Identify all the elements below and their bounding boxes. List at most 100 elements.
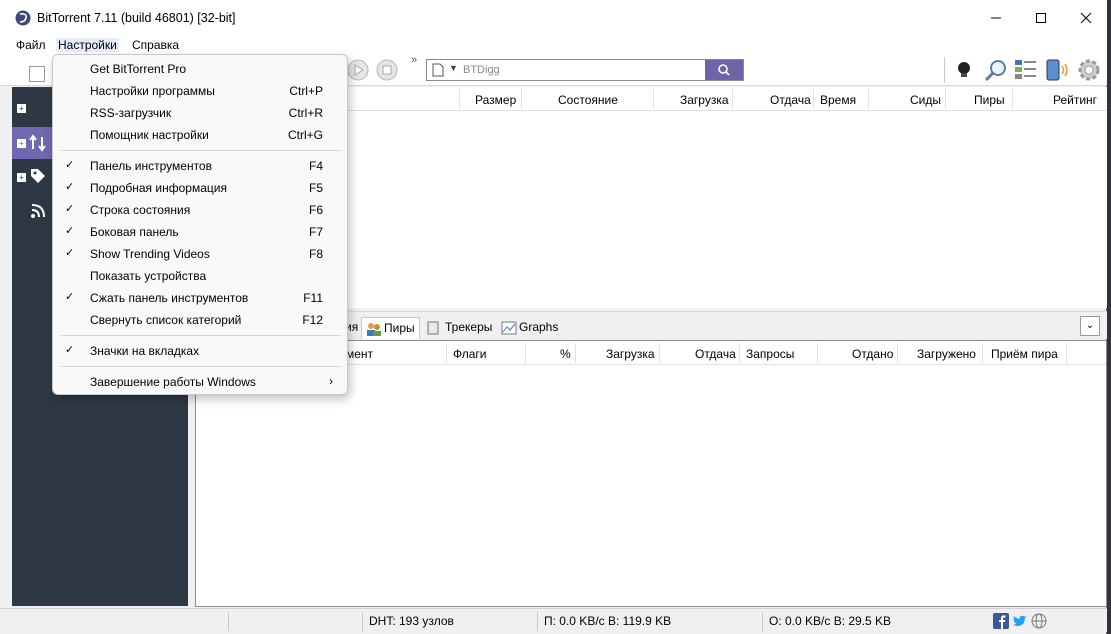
menu-item-toolbar[interactable]: ✓ Панель инструментов F4 [53, 155, 347, 177]
column-seeds[interactable]: Сиды [910, 93, 941, 107]
menu-settings[interactable]: Настройки [56, 38, 119, 52]
menu-item-shortcut: F5 [308, 181, 323, 195]
menu-bar: Файл Настройки Справка [0, 36, 1107, 54]
menu-item-rss[interactable]: RSS-загрузчик Ctrl+R [53, 102, 347, 124]
transfer-arrows-icon [29, 134, 46, 152]
stop-icon[interactable] [375, 58, 399, 82]
expand-icon[interactable]: + [17, 173, 26, 182]
maximize-button[interactable] [1018, 0, 1064, 36]
preferences-list-icon[interactable] [1014, 58, 1038, 82]
globe-icon[interactable] [1031, 613, 1047, 629]
menu-item-status-bar[interactable]: ✓ Строка состояния F6 [53, 199, 347, 221]
column-size[interactable]: Размер [475, 93, 516, 107]
checkmark-icon: ✓ [65, 181, 75, 193]
checkmark-icon: ✓ [65, 203, 75, 215]
menu-item-label: Помощник настройки [90, 128, 209, 142]
menu-item-shortcut: F7 [308, 225, 323, 239]
column-divider [813, 89, 814, 109]
column-divider [575, 343, 576, 363]
menu-item-shortcut: F11 [303, 291, 323, 305]
checkmark-icon: ✓ [65, 159, 75, 171]
column-divider [1066, 343, 1067, 363]
dht-status[interactable]: DHT: 193 узлов [362, 612, 537, 631]
graphs-icon [501, 321, 517, 335]
menu-item-shortcut: F8 [308, 247, 323, 261]
peers-icon [367, 323, 381, 336]
tab-trackers[interactable]: Трекеры [423, 317, 496, 339]
remote-device-icon[interactable] [1044, 58, 1070, 82]
checkmark-icon: ✓ [65, 291, 75, 303]
menu-item-preferences[interactable]: Настройки программы Ctrl+P [53, 80, 347, 102]
column-rating[interactable]: Рейтинг [1053, 93, 1097, 107]
double-chevron-down-icon: ⌄ [1085, 320, 1095, 331]
menu-help[interactable]: Справка [130, 38, 181, 52]
bittorrent-logo-icon [15, 10, 31, 26]
menu-item-tab-icons[interactable]: ✓ Значки на вкладках [53, 340, 347, 362]
peer-column-upload[interactable]: Отдача [695, 347, 736, 361]
minimize-button[interactable] [973, 0, 1019, 36]
status-cell-empty [228, 612, 362, 631]
menu-item-trending-videos[interactable]: ✓ Show Trending Videos F8 [53, 243, 347, 265]
rss-icon [31, 204, 45, 218]
chevron-down-icon[interactable]: ▼ [449, 63, 458, 73]
column-divider [525, 343, 526, 363]
search-button[interactable] [705, 60, 743, 80]
tab-peers[interactable]: Пиры [361, 317, 420, 339]
menu-item-compact-toolbar[interactable]: ✓ Сжать панель инструментов F11 [53, 287, 347, 309]
menu-item-shortcut: Ctrl+G [287, 128, 323, 142]
column-peers[interactable]: Пиры [974, 93, 1005, 107]
menu-item-sidebar[interactable]: ✓ Боковая панель F7 [53, 221, 347, 243]
menu-item-label: Боковая панель [90, 225, 179, 239]
document-icon [432, 63, 444, 77]
menu-item-shortcut: Ctrl+P [289, 84, 323, 98]
facebook-icon[interactable] [993, 613, 1009, 629]
column-divider [982, 343, 983, 363]
tab-graphs-label: Graphs [519, 320, 559, 334]
checkmark-icon: ✓ [65, 344, 75, 356]
trackers-icon [427, 321, 439, 335]
menu-item-label: Show Trending Videos [90, 247, 210, 261]
menu-item-shutdown-windows[interactable]: Завершение работы Windows › [53, 371, 347, 393]
upload-status[interactable]: О: 0.0 KB/c В: 29.5 KB [762, 612, 987, 631]
collapse-panel-button[interactable]: ⌄ [1080, 316, 1100, 336]
column-time[interactable]: Время [820, 93, 856, 107]
column-download[interactable]: Загрузка [680, 93, 729, 107]
peer-column-client[interactable]: мент [346, 347, 373, 361]
peer-column-uploaded[interactable]: Отдано [852, 347, 893, 361]
toolbar-add-button[interactable] [29, 66, 45, 82]
expand-icon[interactable]: + [17, 104, 26, 113]
peer-column-downloaded[interactable]: Загружено [917, 347, 976, 361]
peer-column-flags[interactable]: Флаги [453, 347, 486, 361]
menu-item-detailed-info[interactable]: ✓ Подробная информация F5 [53, 177, 347, 199]
column-status[interactable]: Состояние [558, 93, 618, 107]
column-upload[interactable]: Отдача [770, 93, 811, 107]
find-icon[interactable] [984, 58, 1008, 82]
peer-column-percent[interactable]: % [560, 347, 571, 361]
peer-column-download[interactable]: Загрузка [606, 347, 655, 361]
menu-item-label: RSS-загрузчик [90, 106, 172, 120]
column-divider [659, 343, 660, 363]
menu-item-show-devices[interactable]: Показать устройства [53, 265, 347, 287]
expand-icon[interactable]: + [17, 139, 26, 148]
search-icon [718, 64, 730, 76]
menu-item-setup-guide[interactable]: Помощник настройки Ctrl+G [53, 124, 347, 146]
peer-column-peer-rate[interactable]: Приём пира [991, 347, 1058, 361]
menu-item-label: Подробная информация [90, 181, 227, 195]
menu-item-label: Значки на вкладках [90, 344, 200, 358]
toolbar-divider [944, 57, 945, 83]
bulb-icon[interactable] [956, 60, 972, 80]
download-status[interactable]: П: 0.0 KB/c В: 119.9 KB [537, 612, 762, 631]
twitter-icon[interactable] [1012, 613, 1028, 629]
column-divider [945, 89, 946, 109]
peer-column-requests[interactable]: Запросы [746, 347, 794, 361]
menu-file[interactable]: Файл [14, 38, 48, 52]
close-button[interactable] [1063, 0, 1109, 36]
menu-item-get-pro[interactable]: Get BitTorrent Pro [53, 58, 347, 80]
search-input[interactable]: BTDigg [463, 64, 500, 76]
toolbar-overflow-icon[interactable]: » [411, 54, 417, 66]
tab-graphs[interactable]: Graphs [497, 317, 562, 339]
start-icon[interactable] [346, 58, 370, 82]
close-icon [1080, 12, 1092, 24]
menu-item-collapse-categories[interactable]: Свернуть список категорий F12 [53, 309, 347, 331]
gear-icon[interactable] [1077, 58, 1101, 82]
